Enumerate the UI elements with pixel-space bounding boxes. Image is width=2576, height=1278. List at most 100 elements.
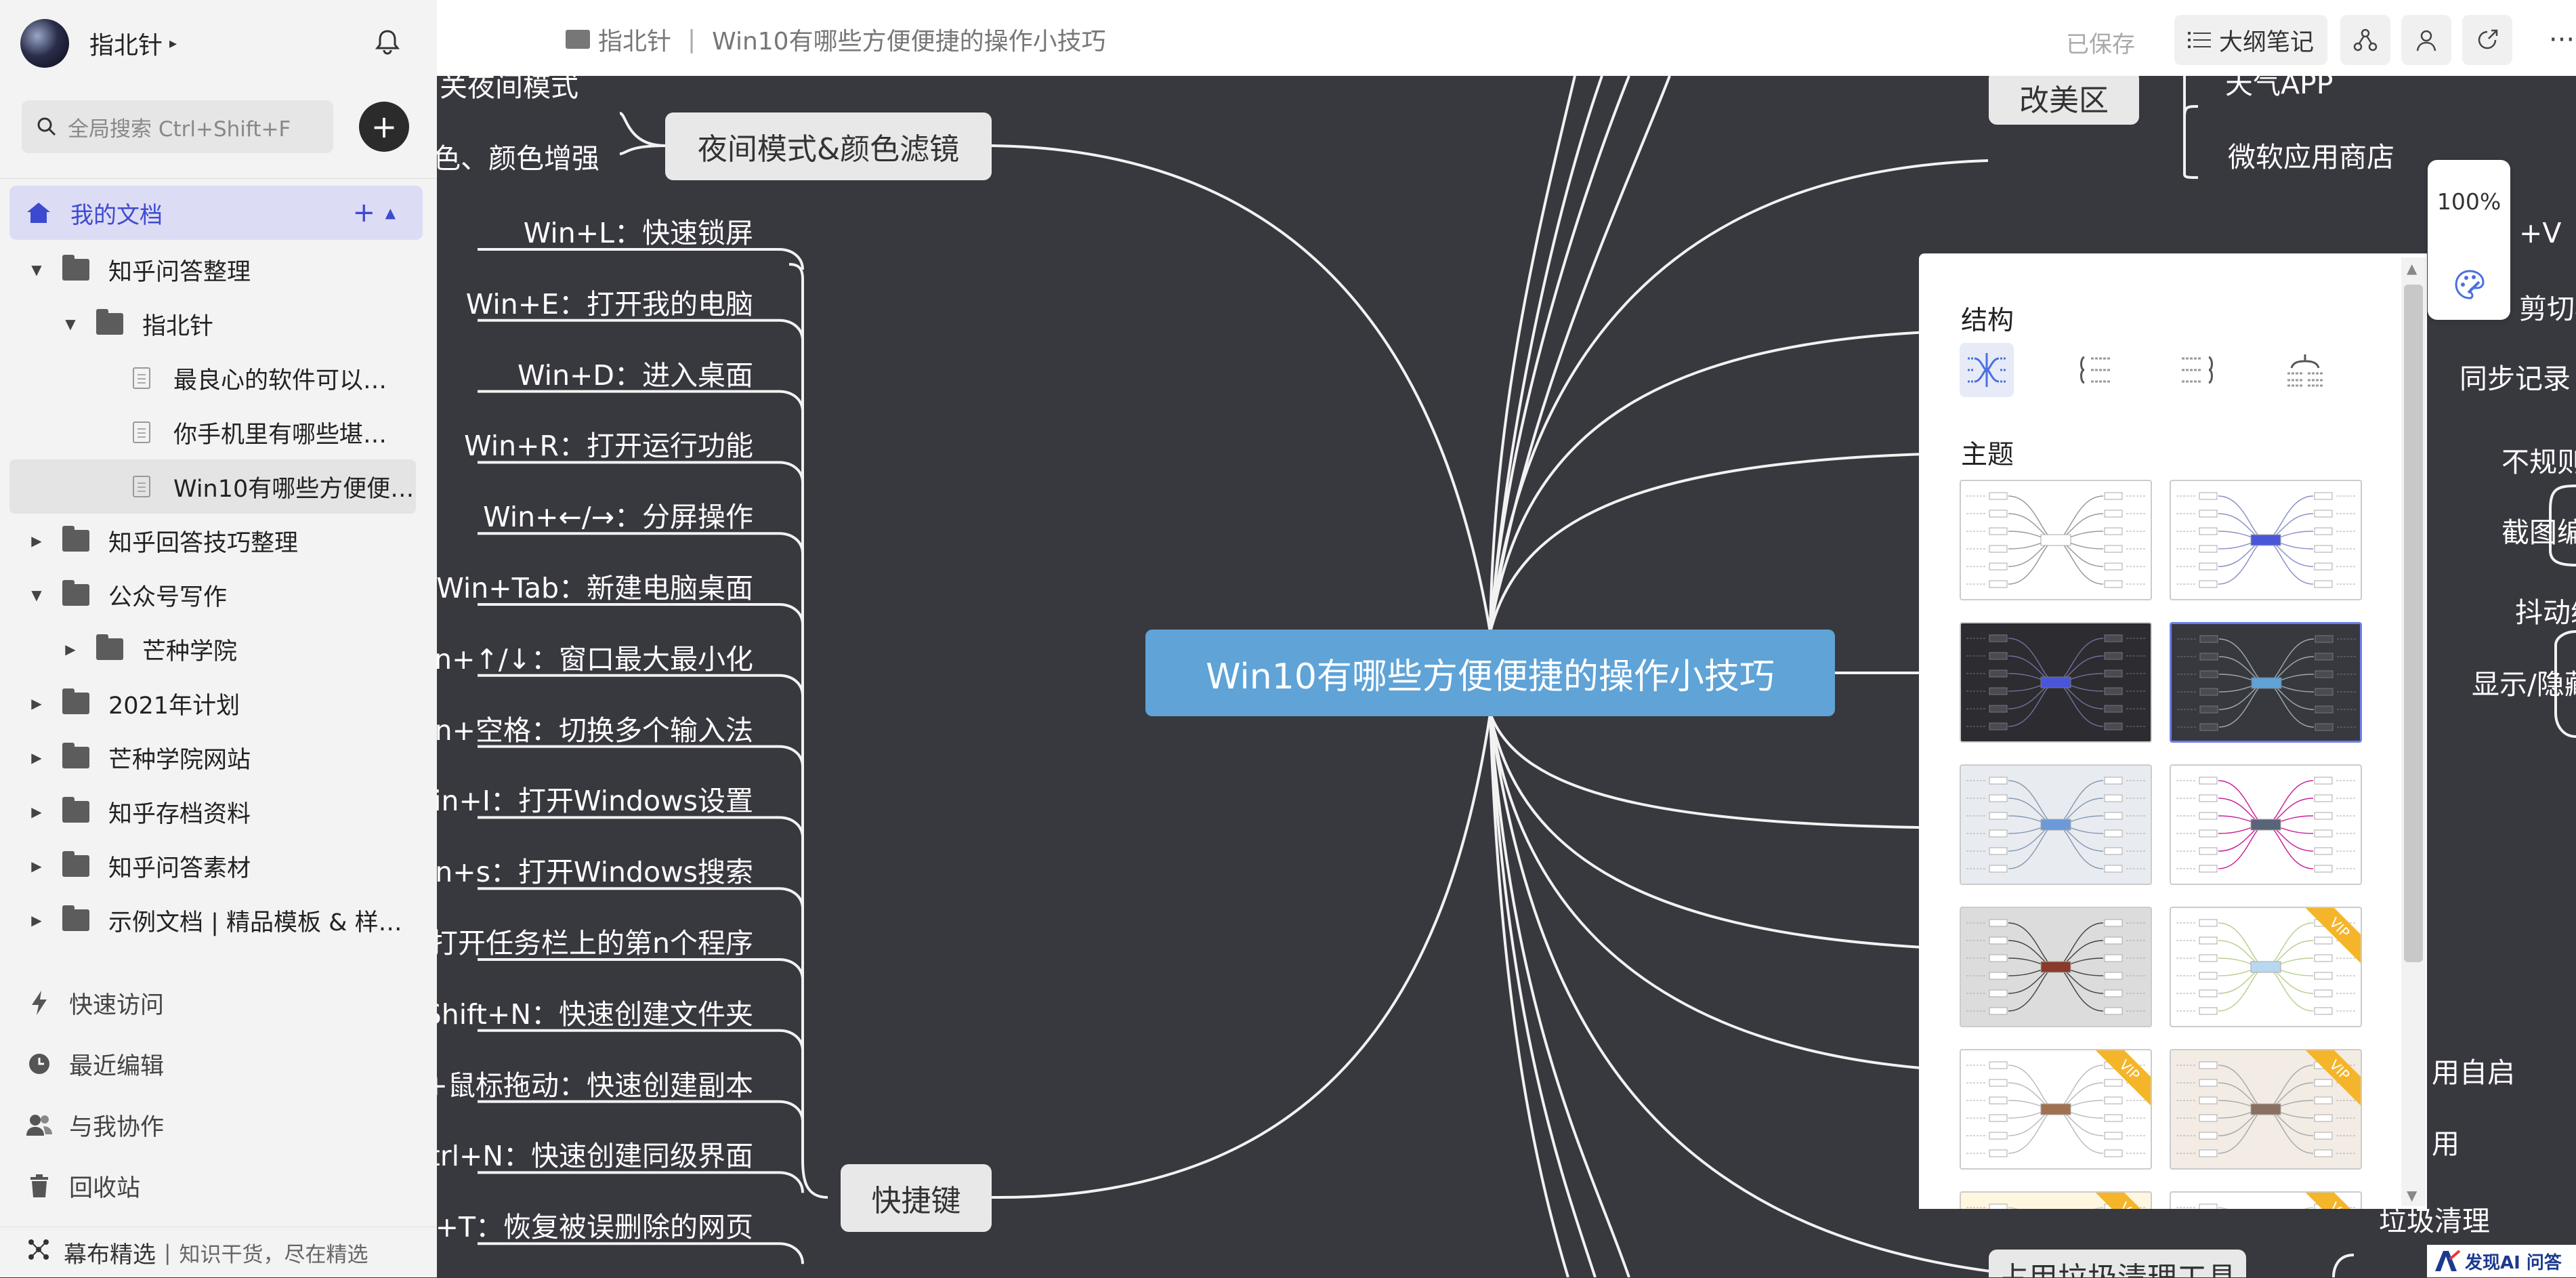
branch-night-mode[interactable]: 夜间模式&颜色滤镜 (665, 112, 992, 180)
shortcut-node[interactable]: ft+T：恢复被误删除的网页 (437, 1204, 753, 1245)
theme-thumbnail[interactable] (1960, 480, 2152, 600)
expand-toggle-icon[interactable]: ▶ (28, 533, 45, 549)
nav-quick-access[interactable]: 快速访问 (0, 976, 437, 1030)
collaborate-icon[interactable] (2401, 15, 2451, 65)
theme-thumbnail[interactable] (2170, 480, 2362, 600)
tree-item[interactable]: ▶ 芒种学院网站 (0, 730, 437, 785)
outline-button[interactable]: 大纲笔记 (2174, 15, 2327, 65)
node-right[interactable]: 不规则 (2501, 439, 2576, 480)
tree-item[interactable]: ▶ 示例文档 | 精品模板 & 样… (0, 893, 437, 947)
nav-collab[interactable]: 与我协作 (0, 1098, 437, 1152)
theme-thumbnail[interactable] (1960, 622, 2152, 743)
shortcut-node[interactable]: Win+L：快速锁屏 (524, 210, 753, 251)
expand-toggle-icon[interactable]: ▶ (28, 749, 45, 766)
node-right[interactable]: 抖动缩小 (2515, 590, 2576, 630)
branch-beautify[interactable]: 改美区 (1989, 76, 2139, 125)
palette-icon[interactable] (2453, 268, 2486, 304)
bell-icon[interactable] (374, 28, 401, 56)
structure-left-icon[interactable] (2067, 343, 2121, 397)
scroll-down-icon[interactable]: ▼ (2407, 1187, 2417, 1203)
tree-item-selected[interactable]: Win10有哪些方便便… (9, 459, 416, 514)
my-docs-item[interactable]: 我的文档 + ▲ (9, 186, 423, 240)
tree-item[interactable]: ▼ 公众号写作 (0, 568, 437, 622)
shortcut-node[interactable]: +鼠标拖动：快速创建副本 (437, 1063, 753, 1103)
theme-thumbnail[interactable] (1960, 907, 2152, 1027)
node-right[interactable]: 天气APP (2225, 76, 2334, 102)
shortcut-node[interactable]: Win+s：打开Windows搜索 (437, 849, 753, 890)
featured-banner[interactable]: 幕布精选 | 知识干货，尽在精选 (0, 1227, 437, 1278)
search-input[interactable]: 全局搜索 Ctrl+Shift+F (22, 100, 333, 153)
add-icon[interactable]: + (352, 197, 375, 228)
shortcut-node[interactable]: Win+D：进入桌面 (518, 352, 753, 393)
theme-thumbnail[interactable]: VIP (2170, 1191, 2362, 1209)
shortcut-node[interactable]: Win+空格：切换多个输入法 (437, 707, 753, 748)
node-right[interactable]: 用自启 (2432, 1050, 2515, 1090)
caret-right-icon[interactable]: ▸ (169, 35, 177, 52)
avatar[interactable] (20, 19, 69, 68)
tree-item[interactable]: 你手机里有哪些堪… (0, 405, 437, 459)
expand-toggle-icon[interactable]: ▶ (28, 858, 45, 874)
scroll-thumb[interactable] (2404, 285, 2423, 962)
zoom-level[interactable]: 100% (2428, 188, 2510, 215)
more-icon[interactable]: ··· (2537, 15, 2576, 65)
structure-right-icon[interactable] (2172, 343, 2226, 397)
scroll-up-icon[interactable]: ▲ (2407, 260, 2417, 276)
shortcut-node[interactable]: Ctrl+N：快速创建同级界面 (437, 1133, 753, 1174)
structure-tree-icon[interactable] (2278, 343, 2332, 397)
panel-scrollbar[interactable]: ▲ ▼ (2401, 257, 2426, 1206)
user-name[interactable]: 指北针 (89, 26, 163, 61)
new-doc-button[interactable]: + (359, 102, 409, 152)
theme-thumbnail[interactable] (2170, 622, 2362, 743)
theme-thumbnail[interactable]: VIP (1960, 1049, 2152, 1170)
node-right[interactable]: 显示/隐藏 (2472, 661, 2576, 702)
tree-item[interactable]: ▶ 知乎问答素材 (0, 839, 437, 893)
shortcut-node[interactable]: Win+↑/↓：窗口最大最小化 (437, 636, 753, 677)
tree-item[interactable]: ▼ 知乎问答整理 (0, 243, 437, 297)
tree-item[interactable]: 最良心的软件可以… (0, 351, 437, 405)
tree-item[interactable]: ▶ 2021年计划 (0, 676, 437, 730)
shortcut-connector (478, 1029, 804, 1051)
central-topic[interactable]: Win10有哪些方便便捷的操作小技巧 (1145, 630, 1835, 716)
expand-toggle-icon[interactable]: ▶ (28, 912, 45, 928)
theme-thumbnail[interactable] (1960, 764, 2152, 885)
node-night-child[interactable]: 色、颜色增强 (437, 136, 599, 176)
tree-item[interactable]: ▶ 知乎回答技巧整理 (0, 514, 437, 568)
shortcut-node[interactable]: Win+I：打开Windows设置 (437, 778, 753, 819)
expand-toggle-icon[interactable]: ▶ (28, 695, 45, 712)
branch-cleanup[interactable]: 占用垃圾清理工具 (1989, 1250, 2246, 1277)
shortcut-node[interactable]: Win+R：打开运行功能 (464, 423, 753, 463)
shortcut-node[interactable]: Win+←/→：分屏操作 (483, 494, 753, 535)
share-icon[interactable] (2462, 15, 2512, 65)
tree-item[interactable]: ▶ 芒种学院 (0, 622, 437, 676)
node-night-child[interactable]: 关夜间模式 (440, 76, 578, 104)
structure-both-icon[interactable] (1960, 343, 2014, 397)
expand-toggle-icon[interactable]: ▶ (62, 641, 79, 657)
user-menu[interactable]: 指北针 ▸ (20, 19, 177, 68)
node-right[interactable]: 截图编 (2501, 510, 2576, 550)
breadcrumb-folder[interactable]: 指北针 (598, 22, 671, 57)
theme-thumbnail[interactable]: VIP (1960, 1191, 2152, 1209)
node-right[interactable]: 微软应用商店 (2228, 134, 2394, 175)
expand-toggle-icon[interactable]: ▼ (28, 262, 45, 278)
expand-toggle-icon[interactable]: ▶ (28, 804, 45, 820)
shortcut-node[interactable]: Win+Tab：新建电脑桌面 (437, 565, 753, 606)
theme-thumbnail[interactable]: VIP (2170, 907, 2362, 1027)
shortcut-node[interactable]: 打开任务栏上的第n个程序 (437, 920, 753, 961)
mindmap-icon[interactable] (2340, 15, 2390, 65)
expand-toggle-icon[interactable]: ▼ (28, 587, 45, 603)
theme-thumbnail[interactable]: VIP (2170, 1049, 2362, 1170)
nav-trash[interactable]: 回收站 (0, 1159, 437, 1213)
expand-toggle-icon[interactable]: ▼ (62, 316, 79, 332)
branch-shortcuts[interactable]: 快捷键 (841, 1164, 992, 1232)
node-right[interactable]: 同步记录 (2459, 356, 2571, 396)
node-right[interactable]: 用 (2432, 1121, 2459, 1161)
tree-item[interactable]: ▼ 指北针 (0, 297, 437, 351)
tree-item[interactable]: ▶ 知乎存档资料 (0, 785, 437, 839)
collapse-icon[interactable]: ▲ (385, 205, 396, 221)
node-right[interactable]: 剪切板 (2519, 286, 2576, 327)
shortcut-node[interactable]: Win+E：打开我的电脑 (466, 281, 753, 322)
shortcut-node[interactable]: +Shift+N：快速创建文件夹 (437, 991, 753, 1032)
theme-thumbnail[interactable] (2170, 764, 2362, 885)
nav-recent[interactable]: 最近编辑 (0, 1037, 437, 1091)
node-right[interactable]: +V (2519, 217, 2561, 249)
